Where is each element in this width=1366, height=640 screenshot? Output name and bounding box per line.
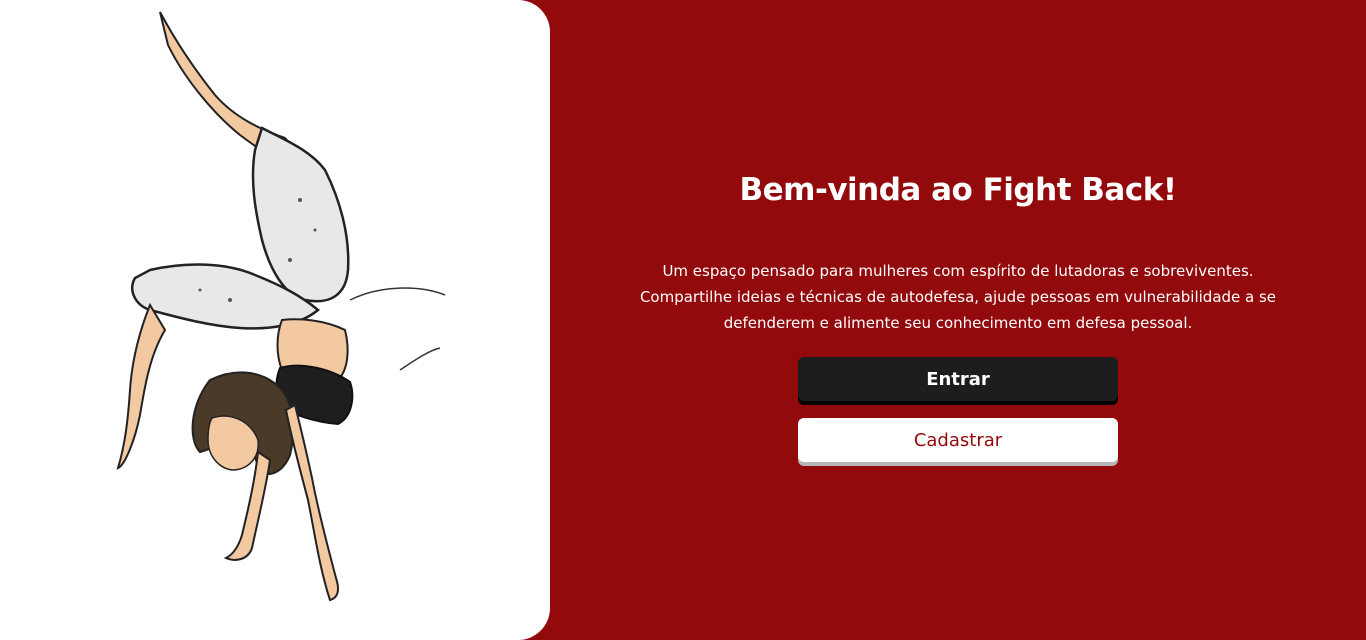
welcome-page: Bem-vinda ao Fight Back! Um espaço pensa… [0, 0, 1366, 640]
description-line: Compartilhe ideias e técnicas de autodef… [639, 288, 1277, 306]
welcome-content: Bem-vinda ao Fight Back! Um espaço pensa… [550, 0, 1366, 640]
signup-button[interactable]: Cadastrar [798, 418, 1118, 462]
page-title: Bem-vinda ao Fight Back! [739, 172, 1178, 208]
intro-description: Um espaço pensado para mulheres com espí… [608, 258, 1308, 336]
illustration-panel [0, 0, 550, 640]
login-button[interactable]: Entrar [798, 357, 1118, 401]
description-line: Um espaço pensado para mulheres com espí… [662, 262, 1254, 280]
description-line: defenderem e alimente seu conhecimento e… [723, 314, 1193, 332]
handstand-illustration [116, 11, 446, 602]
